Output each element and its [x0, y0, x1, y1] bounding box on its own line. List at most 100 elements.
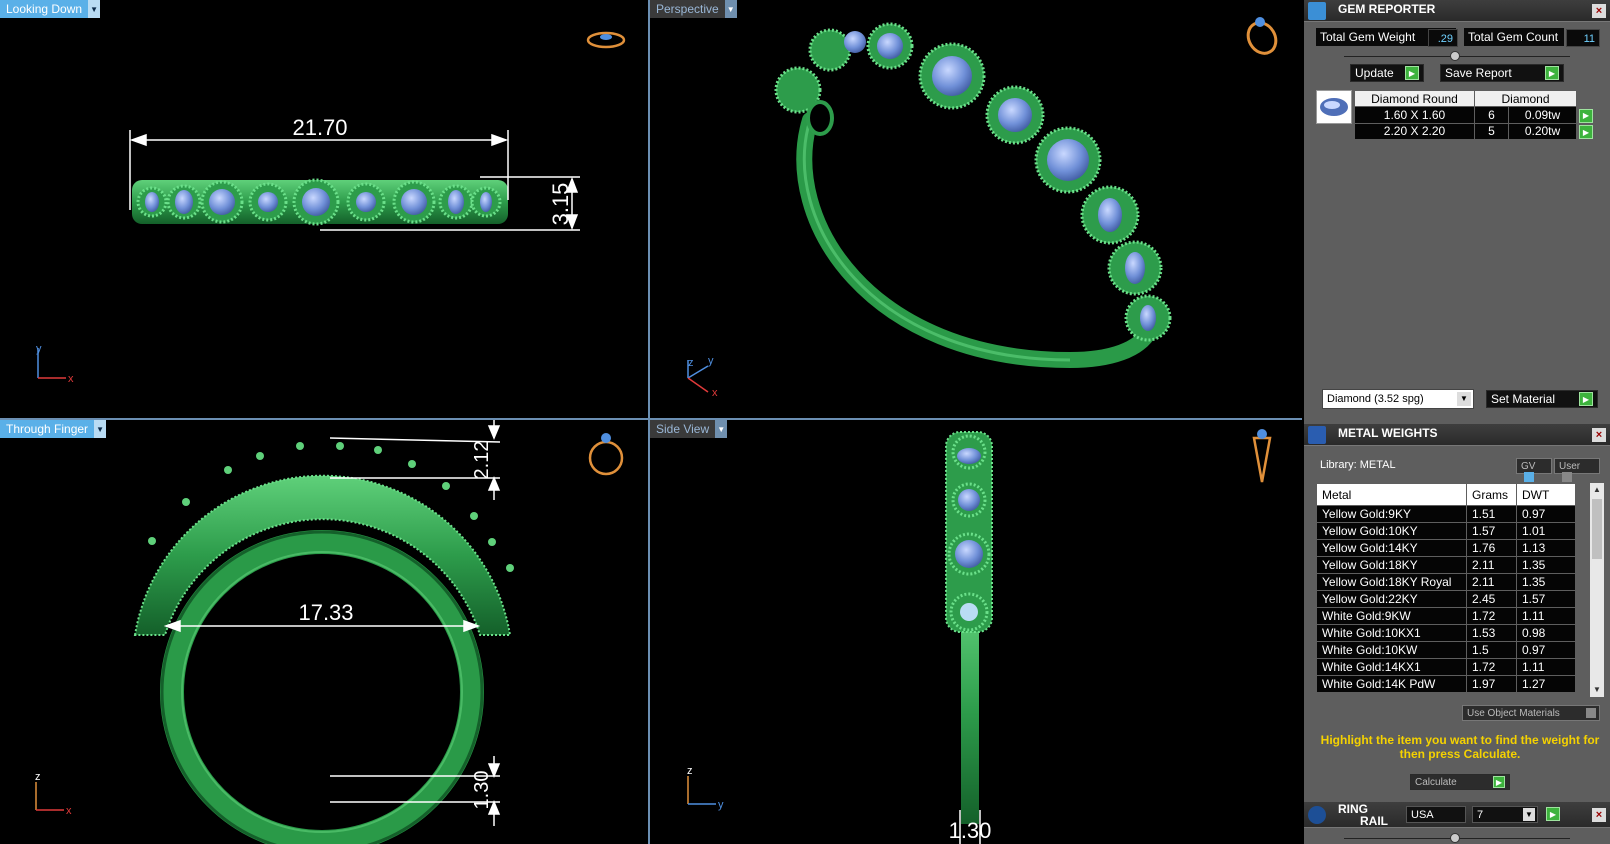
viewport-label-side-view[interactable]: Side View ▼ — [650, 420, 728, 438]
axis-gizmo-persp: z y x — [687, 355, 718, 399]
scrollbar-thumb[interactable] — [1592, 499, 1602, 559]
update-button[interactable]: Update ▶ — [1350, 64, 1424, 82]
front-view-scene: 17.33 2.12 1.30 z x — [35, 420, 624, 844]
table-row[interactable]: White Gold:10KW 1.5 0.97 — [1316, 641, 1576, 659]
scale-icon — [1308, 426, 1326, 444]
chevron-down-icon[interactable]: ▼ — [715, 420, 728, 438]
table-row[interactable]: Yellow Gold:9KY 1.51 0.97 — [1316, 505, 1576, 523]
scroll-up-icon[interactable]: ▲ — [1590, 483, 1604, 497]
svg-text:x: x — [68, 373, 74, 385]
svg-text:y: y — [708, 355, 714, 367]
side-view-scene: 1.30 z y — [687, 429, 1272, 844]
table-row[interactable]: Yellow Gold:18KY 2.11 1.35 — [1316, 556, 1576, 574]
right-tool-panel: GEM REPORTER × Total Gem Weight .29 Tota… — [1304, 0, 1610, 844]
svg-text:y: y — [718, 799, 724, 811]
axis-gizmo-side: z y — [687, 765, 724, 811]
rhino-workspace: 21.70 3.15 y x Looking Down ▼ z y x Pers… — [0, 0, 1610, 844]
close-icon[interactable]: × — [1592, 808, 1606, 822]
save-report-button[interactable]: Save Report ▶ — [1440, 64, 1564, 82]
dim-inner-diameter-label: 17.33 — [298, 600, 353, 625]
gem-reporter-header[interactable]: GEM REPORTER × — [1304, 0, 1610, 22]
dim-width-label: 21.70 — [292, 115, 347, 140]
viewport-looking-down[interactable]: 21.70 3.15 y x Looking Down ▼ — [0, 0, 648, 418]
round-diamond-icon — [1320, 98, 1348, 116]
ring-icon — [1308, 806, 1326, 824]
chevron-down-icon[interactable]: ▼ — [724, 0, 737, 18]
ring-size-region[interactable]: USA — [1406, 806, 1466, 823]
play-icon[interactable]: ▶ — [1579, 108, 1593, 123]
total-gem-count-value: 11 — [1566, 29, 1600, 47]
axis-gizmo-top: y x — [36, 343, 74, 385]
use-object-materials-toggle[interactable]: Use Object Materials — [1462, 705, 1600, 721]
close-icon[interactable]: × — [1592, 428, 1606, 442]
table-row[interactable]: White Gold:10KX1 1.53 0.98 — [1316, 624, 1576, 642]
ring-nav-icon-top — [586, 31, 626, 49]
chevron-down-icon[interactable]: ▼ — [94, 420, 107, 438]
scroll-down-icon[interactable]: ▼ — [1590, 683, 1604, 697]
chevron-down-icon[interactable]: ▼ — [1523, 808, 1535, 821]
calculate-button[interactable]: Calculate ▶ — [1410, 774, 1510, 790]
svg-text:x: x — [712, 387, 718, 399]
viewport-label-perspective[interactable]: Perspective ▼ — [650, 0, 737, 18]
table-row[interactable]: Yellow Gold:18KY Royal 2.11 1.35 — [1316, 573, 1576, 591]
table-row[interactable]: 1.60 X 1.60 6 0.09tw ▶ — [1354, 106, 1594, 124]
dim-side-thickness-label: 1.30 — [949, 818, 992, 843]
total-gem-count-label: Total Gem Count — [1464, 28, 1564, 46]
table-row[interactable]: Yellow Gold:22KY 2.45 1.57 — [1316, 590, 1576, 608]
close-icon[interactable]: × — [1592, 4, 1606, 18]
band-side-shank — [961, 600, 979, 824]
table-row: Diamond Round Diamond — [1354, 90, 1594, 107]
svg-text:z: z — [687, 765, 693, 777]
viewport-through-finger[interactable]: 17.33 2.12 1.30 z x Through Finger ▼ — [0, 420, 648, 844]
total-gem-weight-value: .29 — [1428, 29, 1458, 47]
play-icon[interactable]: ▶ — [1579, 125, 1593, 139]
gv-toggle[interactable]: GV — [1516, 458, 1552, 483]
table-row[interactable]: 2.20 X 2.20 5 0.20tw ▶ — [1354, 122, 1594, 140]
chevron-down-icon[interactable]: ▼ — [1457, 392, 1471, 406]
viewport-label-looking-down[interactable]: Looking Down ▼ — [0, 0, 101, 18]
svg-text:x: x — [66, 805, 72, 817]
play-icon: ▶ — [1579, 392, 1593, 406]
play-icon: ▶ — [1545, 66, 1559, 80]
table-row[interactable]: Yellow Gold:10KY 1.57 1.01 — [1316, 522, 1576, 540]
chevron-down-icon[interactable]: ▼ — [88, 0, 101, 18]
band-front-shank — [160, 530, 484, 844]
viewport-perspective[interactable]: z y x Perspective ▼ — [650, 0, 1302, 418]
gem-reporter-icon — [1308, 2, 1326, 20]
ring-nav-icon-front — [588, 433, 624, 476]
set-material-button[interactable]: Set Material ▶ — [1486, 390, 1598, 408]
viewport-splitter-vertical[interactable] — [648, 0, 650, 844]
splitter-handle[interactable] — [1450, 833, 1460, 843]
play-icon: ▶ — [1405, 66, 1419, 80]
ring-nav-icon-persp — [1246, 17, 1278, 55]
table-row[interactable]: White Gold:9KW 1.72 1.11 — [1316, 607, 1576, 625]
viewport-label-through-finger[interactable]: Through Finger ▼ — [0, 420, 107, 438]
play-icon[interactable]: ▶ — [1546, 807, 1560, 821]
ring-nav-icon-side — [1252, 429, 1272, 483]
dim-top-height-label: 2.12 — [471, 441, 493, 480]
table-row[interactable]: White Gold:14KX1 1.72 1.11 — [1316, 658, 1576, 676]
viewport-splitter-horizontal[interactable] — [0, 418, 1302, 420]
stone-settings-side — [945, 431, 993, 633]
metal-weights-table: Metal Grams DWT Yellow Gold:9KY 1.51 0.97 … — [1316, 483, 1576, 693]
splitter-handle[interactable] — [1450, 51, 1460, 61]
dim-height-label: 3.15 — [548, 183, 573, 226]
viewport-side-view[interactable]: 1.30 z y Side View ▼ — [650, 420, 1302, 844]
metal-weights-header[interactable]: METAL WEIGHTS × — [1304, 424, 1610, 446]
svg-text:y: y — [36, 343, 42, 355]
metal-table-scrollbar[interactable]: ▲ ▼ — [1590, 483, 1604, 697]
gem-preview-thumbnail — [1316, 90, 1352, 124]
stone-settings-perspective — [774, 22, 1172, 342]
top-view-scene: 21.70 3.15 y x — [36, 31, 626, 385]
user-toggle[interactable]: User — [1554, 458, 1600, 483]
table-header-row: Metal Grams DWT — [1316, 483, 1576, 506]
material-select[interactable]: Diamond (3.52 spg) ▼ — [1322, 389, 1474, 409]
table-row[interactable]: Yellow Gold:14KY 1.76 1.13 — [1316, 539, 1576, 557]
ring-size-select[interactable]: 7 ▼ — [1472, 806, 1538, 823]
svg-text:z: z — [35, 771, 41, 783]
play-icon: ▶ — [1493, 776, 1505, 788]
axis-gizmo-front: z x — [35, 771, 72, 817]
library-label: Library: METAL — [1320, 459, 1396, 471]
ring-rail-header[interactable]: RING RAIL USA 7 ▼ ▶ × — [1304, 802, 1610, 828]
table-row[interactable]: White Gold:14K PdW 1.97 1.27 — [1316, 675, 1576, 693]
